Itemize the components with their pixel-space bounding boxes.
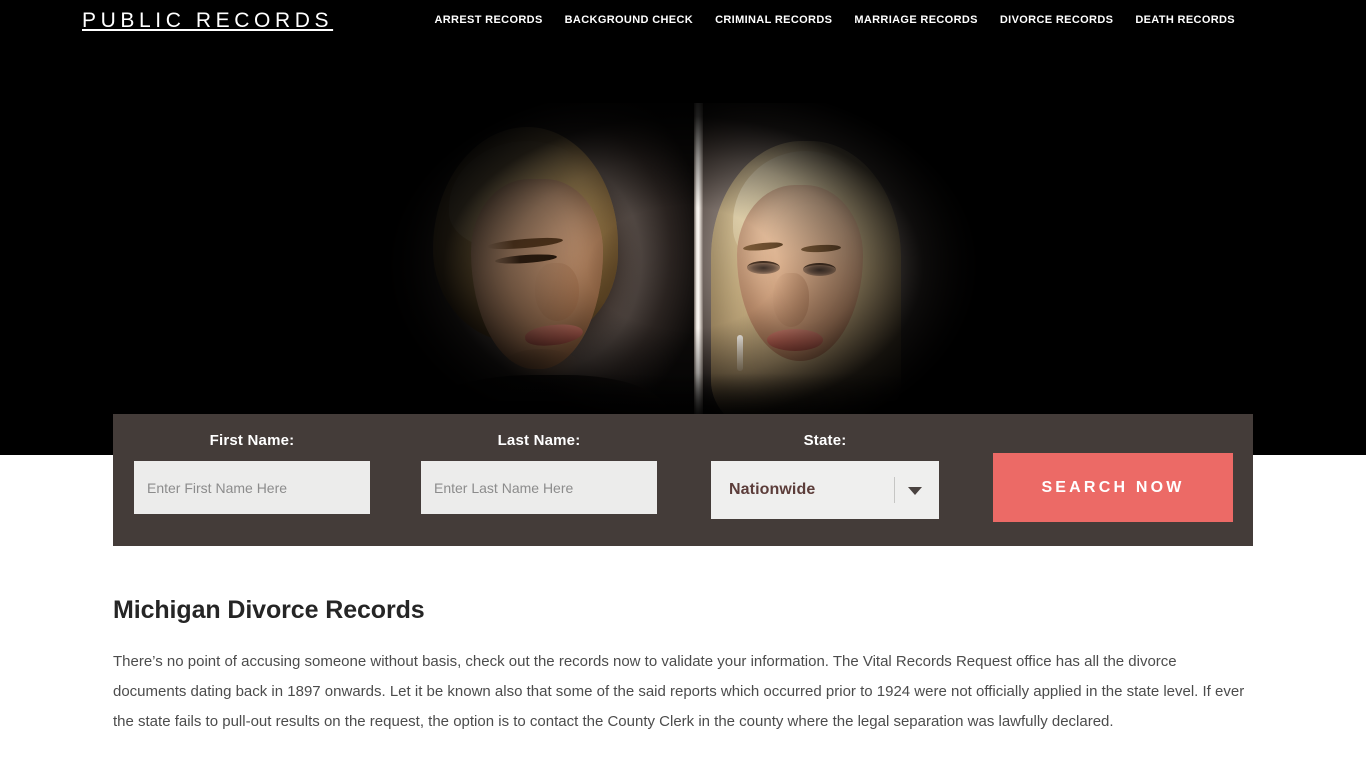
state-selected-value: Nationwide <box>729 481 816 498</box>
woman-nose <box>773 273 809 327</box>
main-navigation: ARREST RECORDS BACKGROUND CHECK CRIMINAL… <box>434 15 1235 26</box>
hero-woman-portrait <box>703 103 983 433</box>
man-nose <box>535 263 579 321</box>
last-name-input[interactable] <box>421 461 657 514</box>
nav-item-background-check[interactable]: BACKGROUND CHECK <box>565 15 693 26</box>
content-container: Michigan Divorce Records There’s no poin… <box>113 595 1253 763</box>
state-select[interactable]: Nationwide <box>711 461 939 519</box>
page-title: Michigan Divorce Records <box>113 596 425 624</box>
hero-divider-wall <box>694 103 703 433</box>
intro-paragraph: There’s no point of accusing someone wit… <box>113 653 1245 730</box>
site-logo[interactable]: PUBLIC RECORDS <box>82 10 333 31</box>
nav-item-divorce-records[interactable]: DIVORCE RECORDS <box>1000 15 1113 26</box>
hero-photo-canvas <box>383 103 983 433</box>
select-separator <box>894 477 895 503</box>
woman-earring <box>737 335 743 371</box>
state-label: State: <box>803 432 847 449</box>
site-header: PUBLIC RECORDS ARREST RECORDS BACKGROUND… <box>0 0 1366 44</box>
chevron-down-icon <box>908 487 922 495</box>
search-now-button[interactable]: SEARCH NOW <box>993 453 1233 522</box>
woman-eye-right <box>803 263 836 276</box>
record-search-form: First Name: Last Name: State: Nationwide… <box>113 414 1253 546</box>
first-name-label: First Name: <box>209 432 295 449</box>
nav-item-death-records[interactable]: DEATH RECORDS <box>1135 15 1235 26</box>
woman-lips <box>767 329 823 351</box>
woman-eye-left <box>747 261 780 274</box>
nav-item-marriage-records[interactable]: MARRIAGE RECORDS <box>854 15 978 26</box>
hero-man-portrait <box>383 103 694 433</box>
hero-section: PUBLIC RECORDS ARREST RECORDS BACKGROUND… <box>0 0 1366 455</box>
hero-image <box>383 103 983 433</box>
last-name-label: Last Name: <box>497 432 581 449</box>
nav-item-arrest-records[interactable]: ARREST RECORDS <box>434 15 542 26</box>
last-name-field-group: Last Name: <box>421 432 657 514</box>
first-name-field-group: First Name: <box>134 432 370 514</box>
state-field-group: State: Nationwide <box>711 432 939 519</box>
first-name-input[interactable] <box>134 461 370 514</box>
nav-item-criminal-records[interactable]: CRIMINAL RECORDS <box>715 15 832 26</box>
